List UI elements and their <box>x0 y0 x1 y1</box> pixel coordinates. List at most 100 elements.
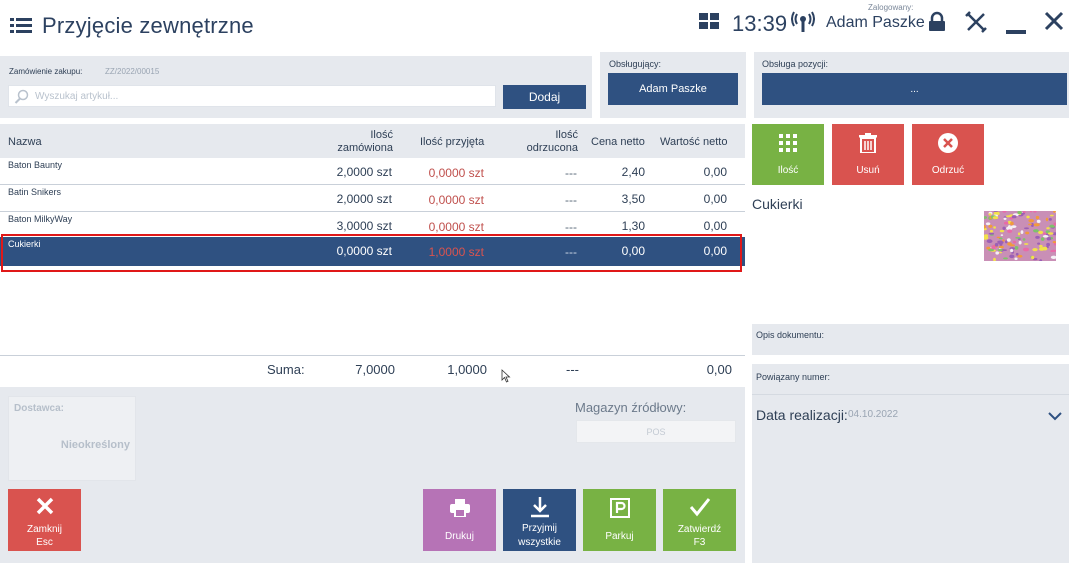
row-rejected: --- <box>565 220 577 234</box>
row-ordered: 2,0000 szt <box>336 192 392 206</box>
supplier-label: Dostawca: <box>14 403 65 414</box>
column-name[interactable]: Nazwa <box>8 136 42 149</box>
trash-icon <box>859 133 877 157</box>
row-name: Baton MilkyWay <box>8 214 73 224</box>
confirm-button[interactable]: Zatwierdź F3 <box>663 489 736 551</box>
delete-label: Usuń <box>856 165 880 176</box>
row-price: 3,50 <box>621 192 645 206</box>
tools-icon[interactable] <box>965 11 987 33</box>
clock-time: 13:39 <box>732 11 788 36</box>
close-x-icon <box>35 496 55 520</box>
menu-icon[interactable] <box>10 17 32 35</box>
park-button[interactable]: Parkuj <box>583 489 656 551</box>
operator-button[interactable]: Adam Paszke <box>608 73 738 105</box>
minimize-icon[interactable] <box>1006 30 1026 34</box>
realization-date-value: 04.10.2022 <box>848 409 899 420</box>
column-rejected-line2: odrzucona <box>526 142 578 154</box>
keypad-icon <box>779 134 797 156</box>
sum-label: Suma: <box>267 362 305 377</box>
warehouse-label: Magazyn źródłowy: <box>575 400 687 415</box>
realization-date-field[interactable]: Data realizacji: 04.10.2022 <box>752 394 1069 434</box>
related-number-label: Powiązany numer: <box>756 372 831 382</box>
delete-button[interactable]: Usuń <box>832 124 904 185</box>
sum-rejected: --- <box>566 362 579 377</box>
row-rejected: --- <box>565 193 577 207</box>
row-name: Batin Snikers <box>8 187 62 197</box>
logged-user-name[interactable]: Adam Paszke <box>826 14 925 32</box>
operator-label: Obsługujący: <box>609 59 662 69</box>
document-description-field[interactable]: Opis dokumentu: <box>752 324 1069 355</box>
row-price: 2,40 <box>621 165 645 179</box>
order-number: ZZ/2022/00015 <box>105 67 160 76</box>
table-header: Nazwa Ilość zamówiona Ilość przyjęta Ilo… <box>0 124 745 158</box>
supplier-box[interactable]: Dostawca: Nieokreślony <box>8 396 136 481</box>
realization-date-label: Data realizacji: <box>756 407 848 423</box>
checkmark-icon <box>689 497 711 521</box>
close-button[interactable]: Zamknij Esc <box>8 489 81 551</box>
table-row[interactable]: Batin Snikers 2,0000 szt 0,0000 szt --- … <box>0 185 745 212</box>
search-input[interactable]: Wyszukaj artykuł... <box>8 85 496 107</box>
order-label: Zamówienie zakupu: <box>9 67 83 76</box>
column-rejected-line1: Ilość <box>555 129 578 141</box>
column-net-value[interactable]: Wartość netto <box>660 136 727 149</box>
row-price: 1,30 <box>621 219 645 233</box>
selected-product-name: Cukierki <box>752 196 803 212</box>
row-rejected: --- <box>565 166 577 180</box>
logged-in-caption: Zalogowany: <box>868 3 914 12</box>
row-value: 0,00 <box>703 192 727 206</box>
reject-button[interactable]: Odrzuć <box>912 124 984 185</box>
page-title: Przyjęcie zewnętrzne <box>42 13 254 38</box>
accept-all-button[interactable]: Przyjmij wszystkie <box>503 489 576 551</box>
parking-icon <box>609 498 630 522</box>
supplier-value: Nieokreślony <box>60 439 130 451</box>
related-number-field[interactable]: Powiązany numer: <box>752 364 1069 394</box>
close-shortcut: Esc <box>36 537 53 548</box>
sum-ordered: 7,0000 <box>355 362 395 377</box>
close-label: Zamknij <box>26 524 62 535</box>
printer-icon <box>449 499 470 521</box>
search-icon <box>14 89 30 104</box>
column-ordered[interactable]: Ilość zamówiona <box>337 129 393 155</box>
row-ordered: 3,0000 szt <box>336 219 392 233</box>
signal-icon[interactable] <box>791 11 815 33</box>
confirm-shortcut: F3 <box>693 537 706 548</box>
quantity-button[interactable]: Ilość <box>752 124 824 185</box>
close-icon[interactable] <box>1043 10 1065 32</box>
column-net-price[interactable]: Cena netto <box>591 136 645 149</box>
position-handling-label: Obsługa pozycji: <box>762 59 829 69</box>
app-header: Przyjęcie zewnętrzne 13:39 Zalogowany: A… <box>0 0 1069 52</box>
chevron-down-icon[interactable] <box>1048 408 1062 421</box>
row-received[interactable]: 0,0000 szt <box>429 166 484 180</box>
grid-icon[interactable] <box>699 13 719 30</box>
download-icon <box>529 496 551 522</box>
row-value: 0,00 <box>703 165 727 179</box>
row-received[interactable]: 0,0000 szt <box>429 220 484 234</box>
table-row[interactable]: Baton Baunty 2,0000 szt 0,0000 szt --- 2… <box>0 158 745 185</box>
product-image <box>982 209 1059 262</box>
right-bottom-panel <box>752 434 1069 563</box>
position-handling-button[interactable]: ... <box>762 73 1067 105</box>
column-received[interactable]: Ilość przyjęta <box>420 136 484 149</box>
document-description-label: Opis dokumentu: <box>756 330 825 340</box>
position-handling-panel: Obsługa pozycji: ... <box>754 52 1069 118</box>
lock-icon[interactable] <box>927 11 947 33</box>
row-name: Baton Baunty <box>8 160 63 170</box>
row-value: 0,00 <box>703 219 727 233</box>
print-label: Drukuj <box>445 531 474 542</box>
print-button[interactable]: Drukuj <box>423 489 496 551</box>
row-received[interactable]: 0,0000 szt <box>429 193 484 207</box>
operator-panel: Obsługujący: Adam Paszke <box>600 52 746 118</box>
accept-all-label-line1: Przyjmij <box>522 523 557 534</box>
mouse-cursor-icon <box>501 369 511 383</box>
column-ordered-line1: Ilość <box>370 129 393 141</box>
column-rejected[interactable]: Ilość odrzucona <box>527 129 578 155</box>
reject-circle-x-icon <box>938 133 958 157</box>
warehouse-field: POS <box>576 420 736 443</box>
search-placeholder: Wyszukaj artykuł... <box>35 91 119 102</box>
accept-all-label-line2: wszystkie <box>518 537 561 548</box>
row-ordered: 2,0000 szt <box>336 165 392 179</box>
park-label: Parkuj <box>605 531 634 542</box>
sum-value: 0,00 <box>706 362 732 377</box>
add-button[interactable]: Dodaj <box>503 85 586 109</box>
sum-row: Suma: 7,0000 1,0000 --- 0,00 <box>0 355 745 383</box>
